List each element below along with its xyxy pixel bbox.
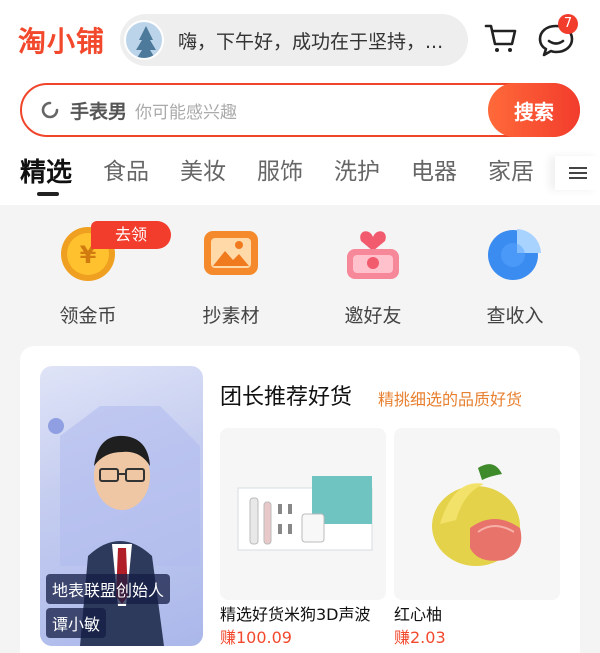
pie-chart-icon [485, 223, 545, 283]
section-subtitle: 精挑细选的品质好货 [378, 390, 523, 409]
quick-action-label: 邀好友 [344, 305, 402, 327]
recommend-card: 地表联盟创始人 谭小敏 团长推荐好货 精挑细选的品质好货 精选好货米狗3D声波 … [20, 346, 580, 653]
search-keyword[interactable]: 手表男 [70, 97, 127, 124]
menu-icon [568, 164, 587, 182]
leader-banner[interactable]: 地表联盟创始人 谭小敏 [40, 366, 203, 646]
greeting-bar[interactable]: 嗨，下午好，成功在于坚持，... [120, 14, 468, 66]
quick-action-invite[interactable]: 邀好友 [313, 223, 433, 328]
search-bar[interactable]: 手表男 你可能感兴趣 搜索 [20, 83, 580, 137]
avatar[interactable] [124, 20, 164, 60]
product-commission: 赚100.09 [220, 628, 292, 647]
active-tab-indicator [37, 192, 59, 196]
section-title: 团长推荐好货 [220, 385, 353, 410]
heart-gift-icon [343, 223, 403, 283]
cart-icon[interactable] [484, 22, 518, 54]
search-button[interactable]: 搜索 [488, 83, 580, 137]
leader-title: 地表联盟创始人 [46, 574, 171, 604]
tab-food[interactable]: 食品 [103, 152, 149, 196]
message-badge: 7 [558, 14, 578, 34]
quick-action-income[interactable]: 查收入 [455, 223, 575, 328]
quick-actions: ¥ 领金币 抄素材 邀好友 查收入 [0, 205, 600, 345]
app-logo: 淘小铺 [18, 25, 106, 58]
product-card[interactable] [394, 428, 560, 600]
quick-action-label: 查收入 [486, 305, 544, 327]
greeting-text: 嗨，下午好，成功在于坚持，... [178, 30, 444, 53]
leader-portrait [48, 406, 200, 646]
top-section: 淘小铺 嗨，下午好，成功在于坚持，... 7 手表男 你可能感兴趣 搜索 精选 … [0, 0, 600, 205]
tab-appliances[interactable]: 电器 [411, 152, 457, 196]
quick-action-label: 领金币 [59, 305, 117, 327]
product-commission: 赚2.03 [394, 628, 446, 647]
tab-beauty[interactable]: 美妆 [180, 152, 226, 196]
product-card[interactable] [220, 428, 386, 600]
category-menu-button[interactable] [555, 156, 600, 190]
image-icon [201, 223, 261, 283]
tab-featured[interactable]: 精选 [20, 152, 72, 196]
tab-apparel[interactable]: 服饰 [257, 152, 303, 196]
product-image [237, 476, 373, 551]
tree-icon [136, 26, 156, 58]
product-name[interactable]: 精选好货米狗3D声波 [220, 601, 386, 625]
tab-home[interactable]: 家居 [488, 152, 534, 196]
claim-badge[interactable]: 去领 [91, 221, 171, 249]
quick-action-label: 抄素材 [202, 305, 260, 327]
quick-action-materials[interactable]: 抄素材 [171, 223, 291, 328]
leader-name: 谭小敏 [46, 608, 107, 638]
product-name[interactable]: 红心柚 [394, 601, 560, 625]
category-tabs: 精选 食品 美妆 服饰 洗护 电器 家居 [20, 152, 555, 196]
product-image [432, 464, 522, 566]
search-icon [41, 101, 59, 119]
tab-care[interactable]: 洗护 [334, 152, 380, 196]
